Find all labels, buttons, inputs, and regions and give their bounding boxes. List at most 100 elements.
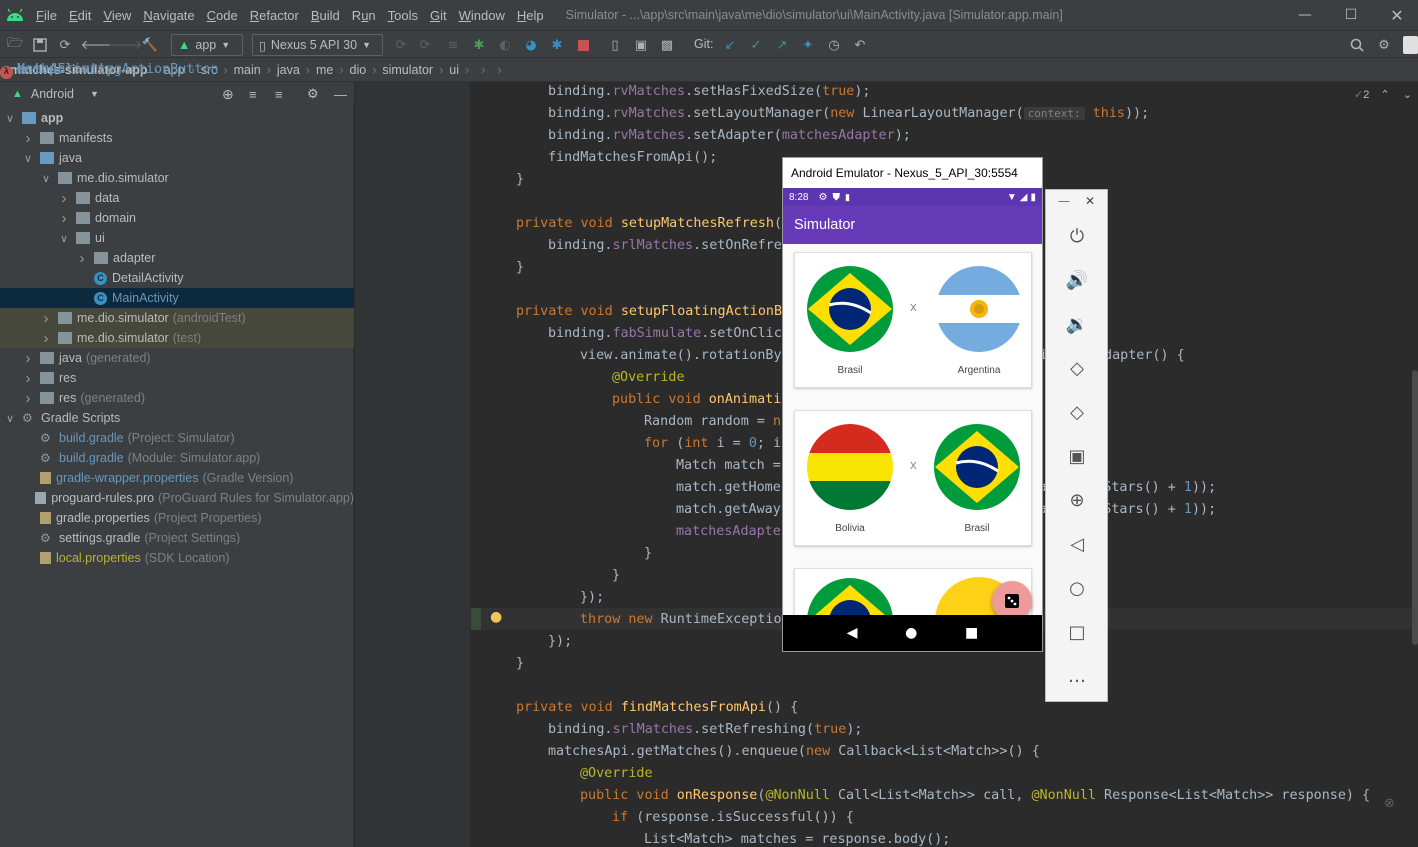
- tree-item[interactable]: ⚙ settings.gradle (Project Settings): [0, 528, 354, 548]
- tree-item[interactable]: ∨ ui: [0, 228, 354, 248]
- breadcrumb-item[interactable]: me: [316, 63, 333, 77]
- expand-arrow-icon[interactable]: ∨: [40, 172, 52, 185]
- git-branch-icon[interactable]: ✦: [799, 36, 817, 54]
- locate-file-icon[interactable]: ⊕: [222, 86, 234, 103]
- tree-item[interactable]: ∨ java: [0, 148, 354, 168]
- stop-icon[interactable]: [574, 36, 592, 54]
- apply-changes-icon[interactable]: ⟳: [392, 36, 410, 54]
- device-manager-icon[interactable]: ▯: [606, 36, 624, 54]
- collapse-arrow-icon[interactable]: ›: [22, 370, 34, 387]
- collapse-arrow-icon[interactable]: ›: [40, 330, 52, 347]
- menu-navigate[interactable]: Navigate: [137, 8, 200, 23]
- power-icon[interactable]: ⏻: [1064, 223, 1090, 249]
- tree-item[interactable]: local.properties (SDK Location): [0, 548, 354, 568]
- tree-item[interactable]: › domain: [0, 208, 354, 228]
- settings-gear-icon[interactable]: ⚙: [307, 86, 319, 102]
- tree-item[interactable]: proguard-rules.pro (ProGuard Rules for Si…: [0, 488, 354, 508]
- expand-arrow-icon[interactable]: ∨: [4, 112, 16, 125]
- camera-icon[interactable]: ▣: [1064, 443, 1090, 469]
- tree-item[interactable]: ∨ me.dio.simulator: [0, 168, 354, 188]
- forward-arrow-icon[interactable]: 🡒: [108, 36, 143, 54]
- tree-item[interactable]: ∨ ⚙ Gradle Scripts: [0, 408, 354, 428]
- home-icon[interactable]: ○: [1064, 575, 1090, 601]
- menu-tools[interactable]: Tools: [382, 8, 424, 23]
- run-config-select[interactable]: ▲ app ▼: [171, 34, 243, 56]
- emulator-title-bar[interactable]: Android Emulator - Nexus_5_API_30:5554: [783, 158, 1042, 188]
- inspection-widget[interactable]: ✓2 ⌃ ⌄: [1354, 88, 1412, 101]
- close-window-button[interactable]: ✕: [1374, 0, 1418, 30]
- overview-icon[interactable]: □: [1064, 619, 1090, 645]
- volume-down-icon[interactable]: 🔉: [1064, 311, 1090, 337]
- expand-arrow-icon[interactable]: ∨: [58, 232, 70, 245]
- menu-run[interactable]: Run: [346, 8, 382, 23]
- collapse-arrow-icon[interactable]: ›: [22, 130, 34, 147]
- breadcrumb-item[interactable]: λ Lambda: [0, 59, 65, 81]
- sdk-manager-icon[interactable]: ▣: [632, 36, 650, 54]
- tree-item[interactable]: ∨ app: [0, 108, 354, 128]
- collapse-arrow-icon[interactable]: ›: [58, 210, 70, 227]
- nav-recents-icon[interactable]: ■: [965, 625, 978, 641]
- back-icon[interactable]: ◁: [1064, 531, 1090, 557]
- logcat-icon[interactable]: ▩: [658, 36, 676, 54]
- editor-scrollbar[interactable]: [1412, 370, 1418, 645]
- menu-view[interactable]: View: [97, 8, 137, 23]
- tree-item[interactable]: › java (generated): [0, 348, 354, 368]
- device-select[interactable]: ▯ Nexus 5 API 30 ▼: [252, 34, 383, 56]
- debug-icon[interactable]: ✱: [470, 36, 488, 54]
- zoom-icon[interactable]: ⊕: [1064, 487, 1090, 513]
- tree-item[interactable]: › data: [0, 188, 354, 208]
- minimize-icon[interactable]: —: [1058, 194, 1070, 208]
- profiler-icon[interactable]: ◕: [522, 36, 540, 54]
- collapse-arrow-icon[interactable]: ›: [22, 350, 34, 367]
- collapse-arrow-icon[interactable]: ›: [58, 190, 70, 207]
- expand-all-icon[interactable]: ≡: [249, 87, 257, 102]
- breadcrumb-item[interactable]: simulator: [382, 63, 433, 77]
- tree-item[interactable]: › res: [0, 368, 354, 388]
- collapse-arrow-icon[interactable]: ›: [76, 250, 88, 267]
- expand-arrow-icon[interactable]: ∨: [4, 412, 16, 425]
- open-folder-icon[interactable]: 🗁: [6, 36, 24, 54]
- menu-file[interactable]: File: [30, 8, 63, 23]
- match-card[interactable]: Bolivia X Brasil: [794, 410, 1032, 546]
- previous-highlight-icon[interactable]: ⌃: [1380, 89, 1389, 101]
- history-icon[interactable]: ◷: [825, 36, 843, 54]
- collapse-arrow-icon[interactable]: ›: [40, 310, 52, 327]
- coverage-icon[interactable]: ◐: [496, 36, 514, 54]
- collapse-all-icon[interactable]: ≡: [275, 87, 283, 102]
- next-highlight-icon[interactable]: ⌄: [1403, 89, 1412, 101]
- simulate-fab-button[interactable]: [992, 581, 1032, 615]
- breadcrumb-item[interactable]: java: [277, 63, 300, 77]
- matches-list[interactable]: Brasil X Argentina Bolivia X Brasil: [783, 244, 1042, 615]
- rotate-right-icon[interactable]: ◇: [1064, 399, 1090, 425]
- back-arrow-icon[interactable]: 🡐: [81, 36, 116, 54]
- rollback-icon[interactable]: ↶: [851, 36, 869, 54]
- apply-code-changes-icon[interactable]: ⟳: [416, 36, 434, 54]
- tree-item[interactable]: › manifests: [0, 128, 354, 148]
- collapse-arrow-icon[interactable]: ›: [22, 390, 34, 407]
- build-hammer-icon[interactable]: 🔨: [141, 36, 159, 54]
- tree-item[interactable]: › adapter: [0, 248, 354, 268]
- git-commit-icon[interactable]: ✓: [747, 36, 765, 54]
- close-icon[interactable]: ✕: [1085, 194, 1095, 208]
- tree-item[interactable]: C DetailActivity: [0, 268, 354, 288]
- minimize-button[interactable]: —: [1282, 0, 1328, 30]
- search-icon[interactable]: [1348, 36, 1366, 54]
- menu-help[interactable]: Help: [511, 8, 550, 23]
- close-hint-icon[interactable]: ⊗: [1384, 796, 1395, 811]
- menu-code[interactable]: Code: [201, 8, 244, 23]
- maximize-button[interactable]: ☐: [1328, 0, 1374, 30]
- breadcrumb-item[interactable]: dio: [350, 63, 367, 77]
- git-push-icon[interactable]: ↗: [773, 36, 791, 54]
- tree-item[interactable]: gradle-wrapper.properties (Gradle Version…: [0, 468, 354, 488]
- nav-back-icon[interactable]: ◀: [847, 625, 858, 641]
- hide-panel-icon[interactable]: —: [334, 87, 347, 102]
- volume-up-icon[interactable]: 🔊: [1064, 267, 1090, 293]
- match-card[interactable]: Brasil X Argentina: [794, 252, 1032, 388]
- tree-item[interactable]: › res (generated): [0, 388, 354, 408]
- sync-icon[interactable]: ⟳: [56, 36, 74, 54]
- tree-item[interactable]: ⚙ build.gradle (Project: Simulator): [0, 428, 354, 448]
- save-icon[interactable]: [31, 36, 49, 54]
- chevron-down-icon[interactable]: ▼: [90, 89, 99, 99]
- breadcrumb-item[interactable]: main: [234, 63, 261, 77]
- expand-arrow-icon[interactable]: ∨: [22, 152, 34, 165]
